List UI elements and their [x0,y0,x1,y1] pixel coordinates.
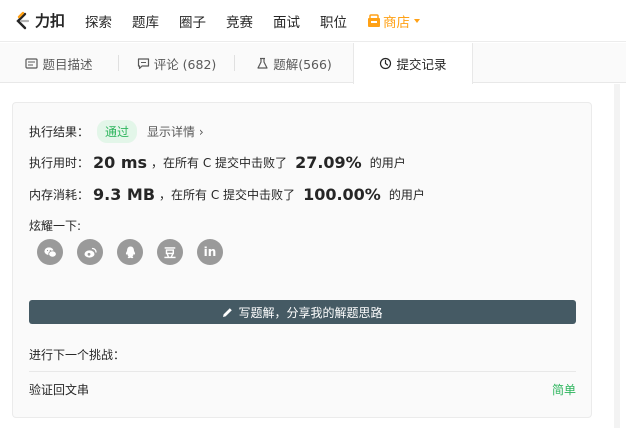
next-problem-link[interactable]: 验证回文串 [29,381,89,398]
result-label: 执行结果： [29,125,90,139]
nav-store[interactable]: 商店 [367,11,421,31]
share-linkedin-button[interactable]: in [197,239,223,265]
share-qq-button[interactable] [117,239,143,265]
memory-value: 9.3 MB [93,185,156,204]
logo-text: 力扣 [35,12,66,30]
description-icon [25,57,39,69]
nav-jobs[interactable]: 职位 [320,11,347,31]
weibo-icon [84,247,97,258]
memory-label: 内存消耗： [29,188,90,202]
clock-icon [380,57,392,70]
nav-explore[interactable]: 探索 [85,11,112,31]
scrollbar-track[interactable] [614,84,620,428]
top-navbar: 力扣 探索 题库 圈子 竞赛 面试 职位 商店 [0,0,626,42]
submission-result-card: 执行结果： 通过 显示详情 › 执行用时： 20 ms ，在所有 C 提交中击败… [12,102,592,418]
runtime-suffix: 的用户 [369,156,406,170]
tab-submissions-label: 提交记录 [396,57,447,72]
tab-bar: 题目描述 评论 (682) 题解(566) 提交记录 [0,43,626,84]
tab-solutions[interactable]: 题解(566) [235,43,353,83]
nav-interview[interactable]: 面试 [273,11,300,31]
difficulty-badge: 简单 [551,383,576,397]
tab-description[interactable]: 题目描述 [0,43,118,83]
share-wechat-button[interactable] [37,239,63,265]
status-badge: 通过 [97,120,138,143]
caret-down-icon [414,18,421,23]
memory-row: 内存消耗： 9.3 MB ，在所有 C 提交中击败了 100.00% 的用户 [29,185,425,204]
divider [29,371,576,372]
leetcode-logo-icon [16,11,30,29]
share-label: 炫耀一下: [29,219,82,233]
share-label-row: 炫耀一下: [29,217,81,234]
comment-icon [137,57,149,69]
memory-middle-text: ，在所有 C 提交中击败了 [159,188,296,202]
result-row: 执行结果： 通过 显示详情 › [29,120,204,143]
runtime-label: 执行用时： [29,156,90,170]
next-challenge-label: 进行下一个挑战： [29,348,126,362]
tab-comments[interactable]: 评论 (682) [119,43,234,83]
wechat-icon [43,246,57,257]
memory-percent: 100.00% [303,185,381,204]
runtime-value: 20 ms [93,153,148,172]
pencil-icon [223,307,233,317]
tab-description-label: 题目描述 [42,56,93,72]
store-icon [368,13,381,27]
logo[interactable]: 力扣 [12,10,65,31]
show-details-link[interactable]: 显示详情 › [147,123,204,140]
nav-circle[interactable]: 圈子 [179,11,206,31]
scrollbar[interactable] [610,84,626,428]
runtime-row: 执行用时： 20 ms ，在所有 C 提交中击败了 27.09% 的用户 [29,153,406,172]
write-solution-button[interactable]: 写题解，分享我的解题思路 [29,300,576,324]
tab-solutions-label: 题解(566) [273,56,332,72]
qq-icon [125,246,135,258]
nav-store-label: 商店 [383,14,411,31]
nav-contest[interactable]: 竞赛 [226,11,253,31]
memory-suffix: 的用户 [388,188,425,202]
tab-submissions[interactable]: 提交记录 [353,43,473,84]
nav-problems[interactable]: 题库 [132,11,159,31]
douban-icon: 豆 [163,245,176,260]
linkedin-icon: in [203,245,217,259]
runtime-percent: 27.09% [295,153,362,172]
share-buttons: 豆 in [37,239,237,265]
write-solution-label: 写题解，分享我的解题思路 [238,305,383,320]
share-weibo-button[interactable] [77,239,103,265]
tab-comments-label: 评论 (682) [153,56,217,72]
share-douban-button[interactable]: 豆 [157,239,183,265]
runtime-middle-text: ，在所有 C 提交中击败了 [151,156,288,170]
flask-icon [257,57,268,69]
